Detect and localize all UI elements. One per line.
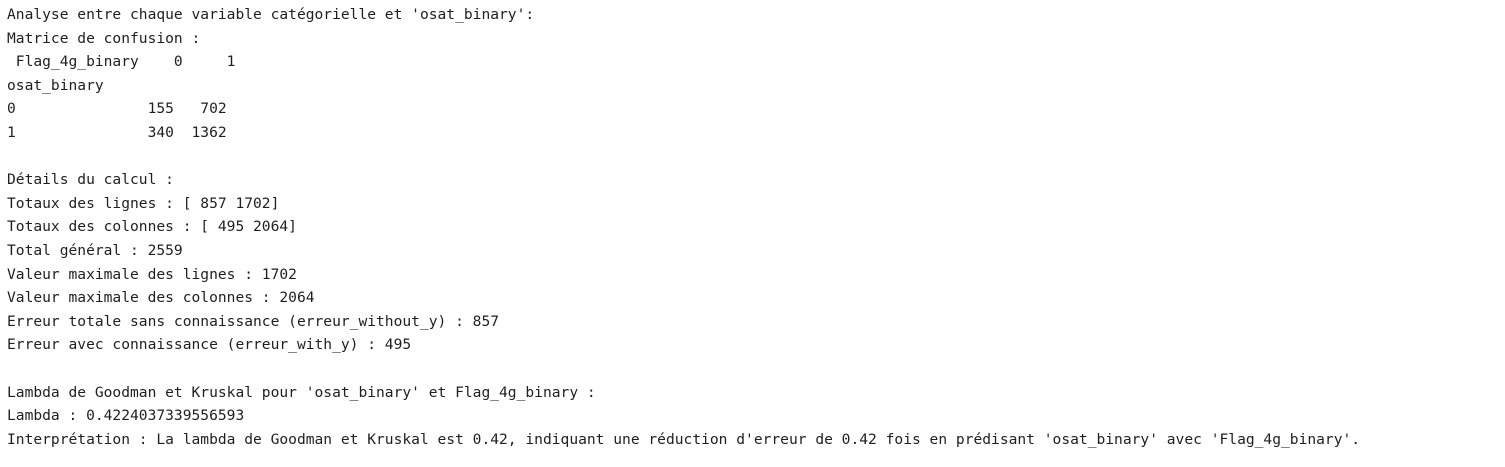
output-line-blank	[7, 357, 1360, 381]
output-line-grand-total: Total général : 2559	[7, 241, 183, 259]
output-line-table-row-1: 1 340 1362	[7, 123, 227, 141]
output-line-lambda-value: Lambda : 0.4224037339556593	[7, 407, 245, 425]
output-line-error-with-y: Erreur avec connaissance (erreur_with_y)…	[7, 336, 412, 354]
output-line-column-totals: Totaux des colonnes : [ 495 2064]	[7, 218, 297, 236]
output-line-row-max: Valeur maximale des lignes : 1702	[7, 265, 297, 283]
output-line-analysis-header: Analyse entre chaque variable catégoriel…	[7, 6, 535, 23]
output-line-interpretation: Interprétation : La lambda de Goodman et…	[7, 430, 1361, 448]
output-line-blank	[7, 145, 1360, 169]
output-line-column-max: Valeur maximale des colonnes : 2064	[7, 289, 315, 307]
output-line-table-row-0: 0 155 702	[7, 100, 227, 118]
output-line-table-column-header: Flag_4g_binary 0 1	[7, 53, 236, 71]
output-line-lambda-title: Lambda de Goodman et Kruskal pour 'osat_…	[7, 383, 596, 401]
output-line-confusion-title: Matrice de confusion :	[7, 29, 201, 47]
output-line-table-index-name: osat_binary	[7, 76, 104, 94]
output-line-error-without-y: Erreur totale sans connaissance (erreur_…	[7, 312, 500, 330]
cell-output-text: Analyse entre chaque variable catégoriel…	[7, 3, 1360, 451]
output-line-details-title: Détails du calcul :	[7, 171, 174, 189]
output-line-row-totals: Totaux des lignes : [ 857 1702]	[7, 194, 280, 212]
